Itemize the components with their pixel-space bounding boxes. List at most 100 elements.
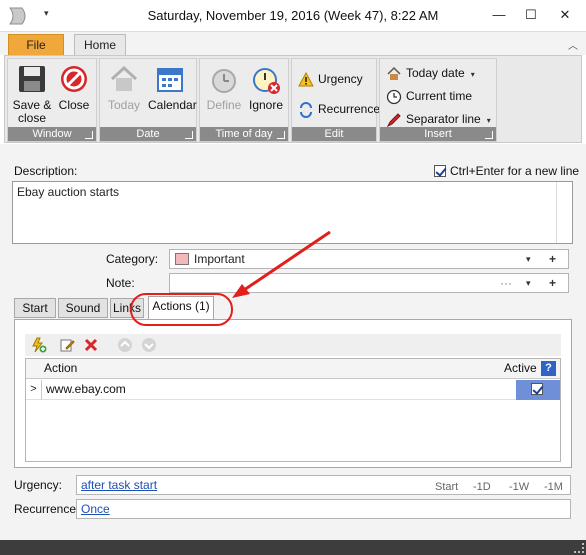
save-close-label-2: close (17, 111, 46, 125)
actions-panel: Action Active ? > www.ebay.com (14, 319, 572, 468)
urgency-label: Urgency: (14, 478, 63, 492)
note-dropdown-icon[interactable]: ▾ (526, 274, 531, 292)
save-close-label-1: Save & (12, 98, 52, 112)
description-textarea[interactable]: Ebay auction starts (12, 181, 573, 244)
floppy-disk-icon (19, 66, 45, 92)
note-ellipsis-button[interactable]: ··· (500, 274, 512, 292)
tab-sound[interactable]: Sound (58, 298, 108, 318)
urgency-minus-day-button[interactable]: -1D (473, 478, 491, 496)
category-label: Category: (106, 252, 159, 266)
warning-icon (298, 71, 314, 87)
tab-file[interactable]: File (8, 34, 64, 55)
urgency-minus-month-button[interactable]: -1M (544, 478, 563, 496)
urgency-button[interactable]: Urgency (298, 69, 363, 89)
urgency-minus-week-button[interactable]: -1W (509, 478, 529, 496)
recurrence-label: Recurrence: (14, 502, 80, 516)
group-launcher-icon[interactable] (277, 131, 285, 139)
tab-start[interactable]: Start (14, 298, 56, 318)
category-dropdown-icon[interactable]: ▾ (526, 250, 531, 268)
active-cell[interactable] (516, 380, 560, 400)
separator-line-label: Separator line (406, 112, 481, 126)
save-close-button[interactable]: Save & close (10, 63, 54, 125)
category-value: Important (194, 252, 245, 266)
column-active[interactable]: Active (504, 359, 537, 379)
recurrence-link[interactable]: Once (81, 500, 110, 518)
delete-action-icon[interactable] (83, 337, 99, 353)
move-up-icon[interactable] (117, 337, 133, 353)
category-add-button[interactable]: + (549, 250, 556, 268)
description-label: Description: (14, 164, 78, 178)
description-scrollbar[interactable] (556, 182, 572, 243)
ribbon-collapse-icon[interactable]: ︿ (568, 37, 578, 52)
note-add-button[interactable]: + (549, 274, 556, 292)
active-checkbox[interactable] (531, 383, 543, 395)
pen-icon (386, 113, 401, 127)
calendar-button[interactable]: Calendar (148, 63, 197, 112)
group-launcher-icon[interactable] (185, 131, 193, 139)
category-color-swatch (175, 253, 189, 265)
resize-grip-icon[interactable] (574, 543, 584, 553)
close-window-button[interactable]: ✕ (552, 4, 578, 26)
minimize-button[interactable]: — (486, 4, 512, 26)
group-launcher-icon[interactable] (85, 131, 93, 139)
group-label-time-of-day: Time of day (200, 127, 288, 141)
current-time-label: Current time (406, 89, 473, 103)
house-icon (110, 65, 138, 91)
urgency-label: Urgency (318, 72, 363, 86)
tab-home[interactable]: Home (74, 34, 126, 56)
ignore-button[interactable]: Ignore (244, 63, 288, 112)
group-launcher-icon[interactable] (485, 131, 493, 139)
group-window: Save & close Close Window (7, 58, 97, 142)
add-action-icon[interactable] (31, 337, 47, 353)
current-time-button[interactable]: Current time (386, 86, 472, 106)
row-indicator-icon: > (26, 380, 42, 400)
table-row[interactable]: > www.ebay.com (26, 380, 560, 400)
ribbon: Save & close Close Window Today Calendar… (4, 55, 582, 143)
calendar-label: Calendar (148, 98, 197, 112)
group-date: Today Calendar Date (99, 58, 197, 142)
task-form: Description: Ctrl+Enter for a new line E… (0, 144, 586, 540)
column-action[interactable]: Action (44, 359, 77, 379)
house-small-icon (387, 66, 401, 80)
ribbon-tabs: File Home ︿ (0, 32, 586, 56)
group-label-edit: Edit (292, 127, 376, 141)
recurrence-button[interactable]: Recurrence (298, 99, 380, 119)
today-button[interactable]: Today (102, 63, 146, 112)
group-label-window: Window (8, 127, 96, 141)
urgency-link[interactable]: after task start (81, 476, 157, 494)
highlight-callout (130, 293, 233, 326)
move-down-icon[interactable] (141, 337, 157, 353)
clock-icon (386, 89, 402, 104)
today-date-label: Today date (406, 66, 465, 80)
category-select[interactable]: Important ▾ + (169, 249, 569, 269)
alarm-clock-icon (212, 69, 236, 93)
define-button[interactable]: Define (202, 63, 246, 112)
edit-action-icon[interactable] (59, 337, 75, 353)
maximize-button[interactable]: ☐ (518, 4, 544, 26)
new-line-option-label: Ctrl+Enter for a new line (450, 164, 580, 178)
separator-line-dropdown-icon: ▾ (486, 116, 491, 125)
group-label-date: Date (100, 127, 196, 141)
group-time-of-day: Define Ignore Time of day (199, 58, 289, 142)
today-date-button[interactable]: Today date ▾ (386, 63, 475, 83)
help-button[interactable]: ? (541, 361, 556, 376)
separator-line-button[interactable]: Separator line ▾ (386, 109, 491, 129)
grid-header: Action Active ? (26, 359, 560, 379)
note-select[interactable]: ··· ▾ + (169, 273, 569, 293)
actions-grid: Action Active ? > www.ebay.com (25, 358, 561, 462)
urgency-start-button[interactable]: Start (435, 478, 458, 496)
recurrence-field: Once (76, 499, 571, 519)
urgency-field: after task start Start -1D -1W -1M (76, 475, 571, 495)
description-text: Ebay auction starts (17, 185, 120, 199)
today-label: Today (107, 98, 141, 112)
close-label: Close (58, 98, 90, 112)
ignore-label: Ignore (248, 98, 284, 112)
new-line-checkbox[interactable] (434, 165, 446, 177)
status-bar (0, 540, 586, 555)
define-label: Define (206, 98, 242, 112)
note-label: Note: (106, 276, 135, 290)
action-cell[interactable]: www.ebay.com (46, 380, 126, 400)
calendar-icon (157, 68, 183, 92)
close-button[interactable]: Close (52, 63, 96, 112)
group-label-insert: Insert (380, 127, 496, 141)
